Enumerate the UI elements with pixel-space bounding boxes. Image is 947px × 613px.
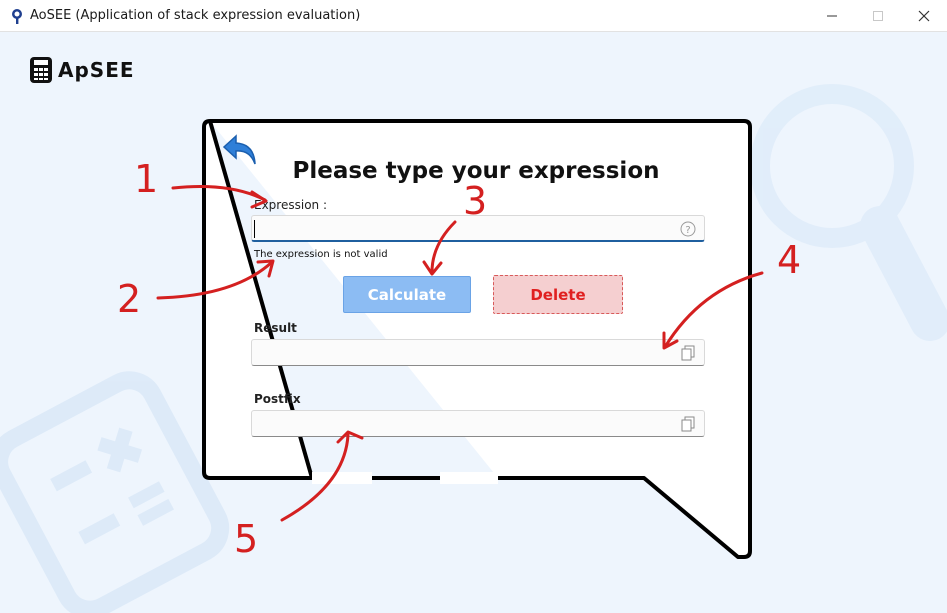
result-output[interactable]	[252, 340, 658, 367]
expression-field[interactable]: ?	[251, 215, 705, 242]
calculator-watermark-icon	[0, 371, 230, 613]
app-logo: ApSEE	[30, 57, 135, 83]
app-icon	[12, 8, 22, 24]
expression-label: Expression :	[254, 198, 327, 212]
copy-icon[interactable]	[680, 416, 696, 432]
postfix-label: Postfix	[254, 392, 301, 406]
delete-button[interactable]: Delete	[493, 275, 623, 314]
title-bar: AoSEE (Application of stack expression e…	[0, 0, 947, 32]
close-icon[interactable]	[901, 0, 947, 31]
text-caret	[254, 220, 255, 238]
expression-card: Please type your expression Expression :…	[206, 124, 746, 474]
maximize-icon[interactable]	[855, 0, 901, 31]
help-icon[interactable]: ?	[680, 221, 696, 237]
result-field	[251, 339, 705, 367]
copy-icon[interactable]	[680, 345, 696, 361]
calculator-icon	[30, 57, 52, 83]
magnifier-watermark-icon	[750, 84, 947, 341]
logo-text: ApSEE	[58, 58, 135, 82]
window-controls	[809, 0, 947, 31]
expression-input[interactable]	[252, 216, 658, 242]
calculate-button[interactable]: Calculate	[343, 276, 471, 313]
window-title: AoSEE (Application of stack expression e…	[30, 8, 361, 23]
postfix-field	[251, 410, 705, 438]
page-title: Please type your expression	[292, 158, 660, 184]
svg-text:?: ?	[685, 225, 690, 236]
validation-message: The expression is not valid	[254, 249, 388, 260]
result-label: Result	[254, 321, 297, 335]
postfix-output[interactable]	[252, 411, 658, 438]
minimize-icon[interactable]	[809, 0, 855, 31]
